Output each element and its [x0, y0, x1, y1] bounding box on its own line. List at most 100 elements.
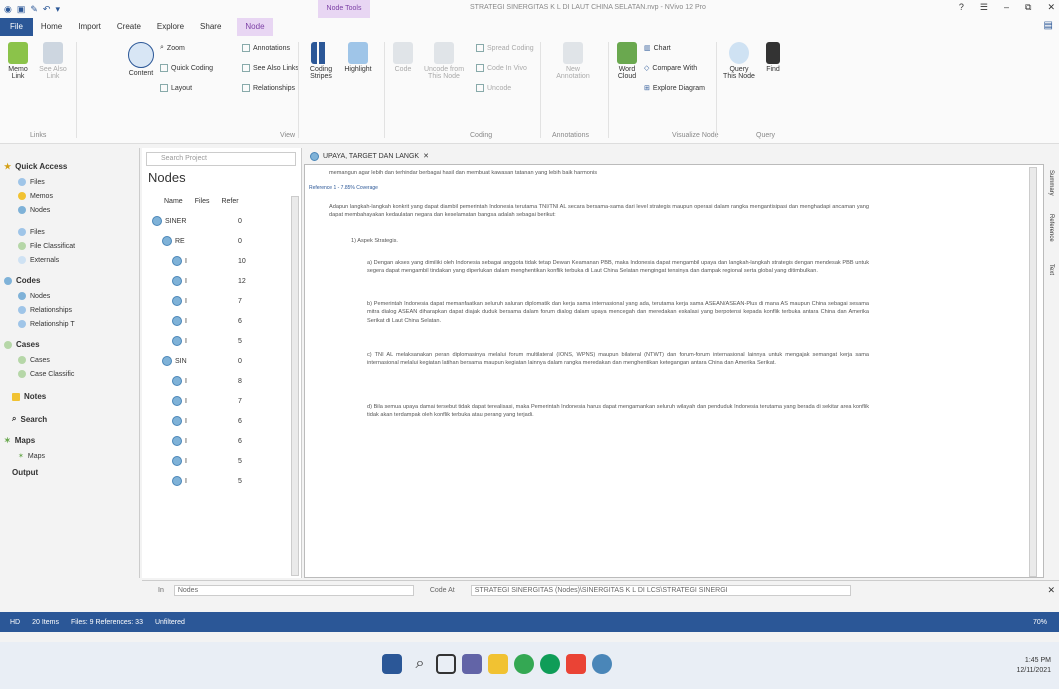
save-icon[interactable]: ▣ — [17, 4, 26, 15]
nav-cases[interactable]: Cases — [4, 340, 40, 349]
compare-with-button[interactable]: ◇ Compare With — [644, 64, 697, 73]
quick-coding-button[interactable]: Quick Coding — [160, 64, 213, 72]
find-button[interactable]: Find — [760, 42, 786, 73]
system-clock[interactable]: 1:45 PM 12/11/2021 — [1016, 656, 1051, 676]
node-row[interactable]: I 10 — [172, 256, 246, 266]
node-row[interactable]: I7 — [172, 296, 242, 306]
node-row[interactable]: SINER 0 — [152, 216, 242, 226]
annotations-checkbox[interactable]: Annotations — [242, 44, 290, 52]
content-button[interactable]: Content — [126, 42, 156, 77]
node-row[interactable]: I5 — [172, 336, 242, 346]
node-row[interactable]: I 12 — [172, 276, 246, 286]
nav-nodes[interactable]: Nodes — [18, 206, 50, 214]
node-row[interactable]: I8 — [172, 376, 242, 386]
code-at-input[interactable]: STRATEGI SINERGITAS (Nodes)\SINERGITAS K… — [470, 585, 851, 596]
tab-create[interactable]: Create — [109, 18, 149, 36]
document-tab[interactable]: UPAYA, TARGET DAN LANGK ✕ — [304, 148, 1059, 164]
status-filter[interactable]: Unfiltered — [155, 619, 185, 626]
memo-link-button[interactable]: Memo Link — [4, 42, 32, 80]
see-also-links-checkbox[interactable]: See Also Links — [242, 64, 299, 72]
nav-codes-nodes[interactable]: Nodes — [18, 292, 50, 300]
nav-maps[interactable]: ✶ Maps — [4, 436, 35, 445]
search-icon[interactable]: ⌕ — [410, 654, 430, 674]
nvivo-icon[interactable] — [592, 654, 612, 674]
tab-home[interactable]: Home — [33, 18, 70, 36]
node-row[interactable]: SIN 0 — [162, 356, 242, 366]
code-in-vivo-button[interactable]: Code In Vivo — [476, 64, 527, 72]
nodes-scrollbar[interactable] — [291, 196, 299, 576]
nav-search[interactable]: ⌕ Search — [12, 414, 47, 424]
nav-case-classifications[interactable]: Case Classific — [18, 370, 74, 378]
tab-file[interactable]: File — [0, 18, 33, 36]
layout-button[interactable]: Layout — [160, 84, 192, 92]
ribbon-options-icon[interactable]: ☰ — [980, 2, 988, 13]
undo-icon[interactable]: ↶ — [43, 4, 51, 15]
node-row[interactable]: I5 — [172, 476, 242, 486]
search-project-input[interactable]: Search Project — [146, 152, 296, 166]
explore-diagram-button[interactable]: ⊞ Explore Diagram — [644, 84, 705, 93]
nav-quick-access[interactable]: ★ Quick Access — [4, 162, 67, 171]
nav-output[interactable]: Output — [12, 468, 38, 477]
edge-icon[interactable] — [540, 654, 560, 674]
close-tab-icon[interactable]: ✕ — [423, 152, 429, 160]
nav-file-classifications[interactable]: File Classificat — [18, 242, 75, 250]
tab-import[interactable]: Import — [70, 18, 109, 36]
code-button[interactable]: Code — [390, 42, 416, 73]
task-view-icon[interactable] — [436, 654, 456, 674]
coding-stripes-button[interactable]: Coding Stripes — [304, 42, 338, 80]
see-also-link-button[interactable]: See Also Link — [36, 42, 70, 80]
chat-icon[interactable] — [462, 654, 482, 674]
minimize-button[interactable]: – — [1004, 2, 1009, 13]
nav-files[interactable]: Files — [18, 178, 45, 186]
node-row[interactable]: I6 — [172, 316, 242, 326]
dropdown-icon[interactable]: ▾ — [55, 4, 60, 15]
side-tab-summary[interactable]: Summary — [1048, 170, 1054, 196]
code-at-button[interactable]: Code At — [430, 587, 455, 594]
column-header-files[interactable]: Files — [195, 198, 210, 205]
uncode-from-button[interactable]: Uncode from This Node — [420, 42, 468, 80]
tab-node[interactable]: Node — [237, 18, 273, 36]
close-codebar-icon[interactable]: ✕ — [1047, 585, 1055, 596]
word-cloud-button[interactable]: Word Cloud — [614, 42, 640, 80]
nav-relationship-types[interactable]: Relationship T — [18, 320, 75, 328]
nav-files-data[interactable]: Files — [18, 228, 45, 236]
highlight-button[interactable]: Highlight — [342, 42, 374, 73]
relationships-checkbox[interactable]: Relationships — [242, 84, 295, 92]
column-header-references[interactable]: Refer — [221, 198, 238, 205]
word-icon[interactable] — [566, 654, 586, 674]
help-icon[interactable]: ? — [959, 2, 964, 13]
tab-explore[interactable]: Explore — [149, 18, 192, 36]
nav-cases-item[interactable]: Cases — [18, 356, 50, 364]
chrome-icon[interactable] — [514, 654, 534, 674]
zoom-button[interactable]: ⌕ Zoom — [160, 44, 185, 52]
nav-codes[interactable]: Codes — [4, 276, 40, 285]
column-header-name[interactable]: Name — [164, 198, 183, 205]
file-explorer-icon[interactable] — [488, 654, 508, 674]
ribbon-pin-icon[interactable]: ▤ — [1044, 20, 1053, 31]
restore-button[interactable]: ⧉ — [1025, 2, 1031, 13]
spread-coding-button[interactable]: Spread Coding — [476, 44, 534, 52]
node-row[interactable]: I6 — [172, 436, 242, 446]
status-zoom[interactable]: 70% — [1033, 619, 1047, 626]
uncode-button[interactable]: Uncode — [476, 84, 511, 92]
node-row[interactable]: RE 0 — [162, 236, 242, 246]
query-this-node-button[interactable]: Query This Node — [722, 42, 756, 80]
code-in-select[interactable]: Nodes — [173, 585, 414, 596]
start-icon[interactable] — [382, 654, 402, 674]
new-annotation-button[interactable]: New Annotation — [550, 42, 596, 80]
nav-maps-item[interactable]: ✶ Maps — [18, 452, 45, 461]
nav-externals[interactable]: Externals — [18, 256, 59, 264]
tab-share[interactable]: Share — [192, 18, 229, 36]
chart-button[interactable]: ▥ Chart — [644, 44, 671, 53]
nav-notes[interactable]: Notes — [12, 392, 46, 401]
edit-icon[interactable]: ✎ — [30, 4, 38, 15]
document-scrollbar[interactable] — [1029, 167, 1037, 577]
node-row[interactable]: I5 — [172, 456, 242, 466]
nav-memos[interactable]: Memos — [18, 192, 53, 200]
close-button[interactable]: ✕ — [1047, 2, 1055, 13]
nav-relationships[interactable]: Relationships — [18, 306, 72, 314]
side-tab-reference[interactable]: Reference — [1048, 214, 1054, 242]
node-row[interactable]: I6 — [172, 416, 242, 426]
side-tab-text[interactable]: Text — [1048, 264, 1054, 275]
node-row[interactable]: I7 — [172, 396, 242, 406]
